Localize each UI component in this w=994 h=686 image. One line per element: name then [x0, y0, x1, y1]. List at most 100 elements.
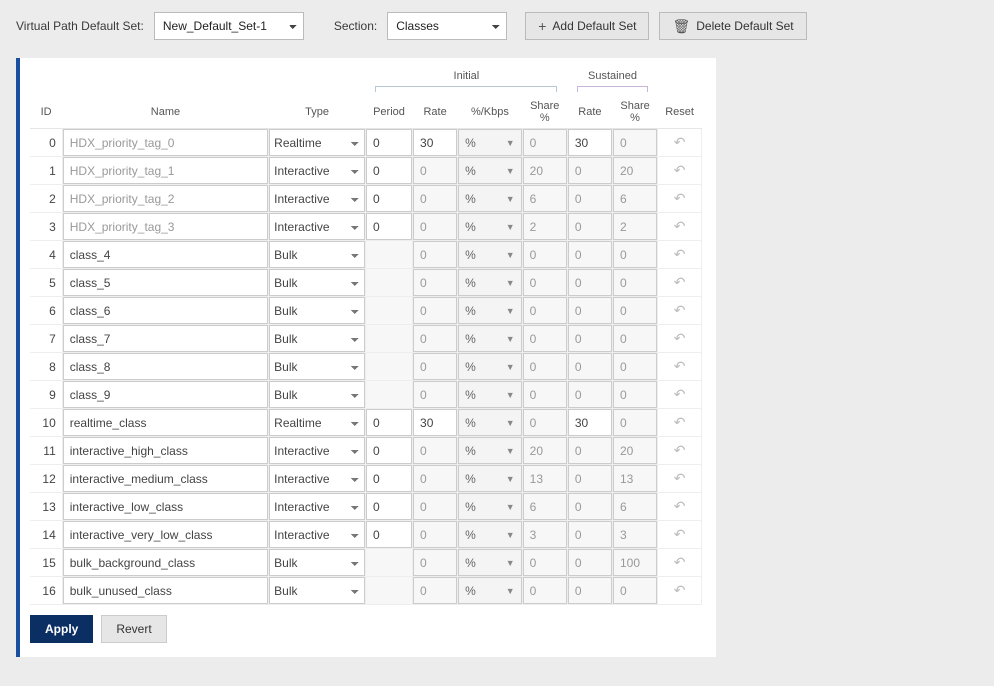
period-input[interactable] [366, 493, 412, 520]
period-input[interactable] [366, 213, 412, 240]
initial-group-header: Initial [365, 66, 567, 96]
type-select[interactable]: RealtimeInteractiveBulk [269, 269, 365, 296]
rate-kind-select[interactable]: %▼ [458, 353, 522, 380]
rate-input[interactable] [413, 129, 457, 156]
period-input[interactable] [366, 185, 412, 212]
type-select[interactable]: RealtimeInteractiveBulk [269, 297, 365, 324]
rate-kind-select[interactable]: %▼ [458, 269, 522, 296]
vp-default-set-select[interactable]: New_Default_Set-1 [154, 12, 304, 40]
add-default-set-button[interactable]: + Add Default Set [525, 12, 649, 40]
type-select[interactable]: RealtimeInteractiveBulk [269, 325, 365, 352]
reset-icon[interactable]: ↶ [674, 526, 686, 542]
name-input[interactable] [63, 437, 268, 464]
reset-icon[interactable]: ↶ [674, 386, 686, 402]
rate-kind-select[interactable]: %▼ [458, 577, 522, 604]
row-id: 16 [30, 577, 62, 605]
rate-kind-select[interactable]: %▼ [458, 549, 522, 576]
revert-button[interactable]: Revert [101, 615, 166, 643]
rate-kind-select[interactable]: %▼ [458, 381, 522, 408]
share-input [523, 493, 567, 520]
rate-kind-select[interactable]: %▼ [458, 325, 522, 352]
type-select[interactable]: RealtimeInteractiveBulk [269, 381, 365, 408]
reset-icon[interactable]: ↶ [674, 442, 686, 458]
rate-kind-select[interactable]: %▼ [458, 157, 522, 184]
type-select[interactable]: RealtimeInteractiveBulk [269, 213, 365, 240]
classes-table: Initial Sustained ID Name Type Period Ra… [30, 66, 702, 605]
share-input [523, 213, 567, 240]
reset-icon[interactable]: ↶ [674, 498, 686, 514]
type-select[interactable]: RealtimeInteractiveBulk [269, 185, 365, 212]
rate-kind-select[interactable]: %▼ [458, 437, 522, 464]
reset-icon[interactable]: ↶ [674, 358, 686, 374]
rate-input[interactable] [413, 409, 457, 436]
period-input[interactable] [366, 521, 412, 548]
period-input[interactable] [366, 157, 412, 184]
type-select[interactable]: RealtimeInteractiveBulk [269, 577, 365, 604]
name-input[interactable] [63, 577, 268, 604]
name-input[interactable] [63, 353, 268, 380]
name-input[interactable] [63, 493, 268, 520]
reset-icon[interactable]: ↶ [674, 134, 686, 150]
type-select[interactable]: RealtimeInteractiveBulk [269, 241, 365, 268]
reset-icon[interactable]: ↶ [674, 274, 686, 290]
period-input[interactable] [366, 129, 412, 156]
reset-icon[interactable]: ↶ [674, 414, 686, 430]
type-select[interactable]: RealtimeInteractiveBulk [269, 129, 365, 156]
rate-kind-select[interactable]: %▼ [458, 213, 522, 240]
name-input[interactable] [63, 269, 268, 296]
table-row: 4RealtimeInteractiveBulk%▼↶ [30, 241, 702, 269]
type-select[interactable]: RealtimeInteractiveBulk [269, 493, 365, 520]
name-input[interactable] [63, 549, 268, 576]
type-select[interactable]: RealtimeInteractiveBulk [269, 521, 365, 548]
type-select[interactable]: RealtimeInteractiveBulk [269, 437, 365, 464]
rate-kind-select[interactable]: %▼ [458, 129, 522, 156]
rate-kind-select[interactable]: %▼ [458, 521, 522, 548]
type-select[interactable]: RealtimeInteractiveBulk [269, 409, 365, 436]
reset-icon[interactable]: ↶ [674, 302, 686, 318]
name-input[interactable] [63, 521, 268, 548]
table-row: 9RealtimeInteractiveBulk%▼↶ [30, 381, 702, 409]
section-select[interactable]: Classes [387, 12, 507, 40]
period-input[interactable] [366, 437, 412, 464]
name-input[interactable] [63, 409, 268, 436]
reset-icon[interactable]: ↶ [674, 162, 686, 178]
reset-icon[interactable]: ↶ [674, 582, 686, 598]
apply-button[interactable]: Apply [30, 615, 93, 643]
share-input [523, 157, 567, 184]
delete-default-set-button[interactable]: 🗑 Delete Default Set [659, 12, 806, 40]
period-input[interactable] [366, 465, 412, 492]
name-input[interactable] [63, 465, 268, 492]
caret-down-icon: ▼ [506, 250, 515, 260]
rate-input [413, 269, 457, 296]
sus-rate-input [568, 353, 612, 380]
reset-icon[interactable]: ↶ [674, 470, 686, 486]
share-input [523, 521, 567, 548]
type-select[interactable]: RealtimeInteractiveBulk [269, 353, 365, 380]
rate-input [413, 521, 457, 548]
name-input[interactable] [63, 381, 268, 408]
name-input[interactable] [63, 241, 268, 268]
reset-icon[interactable]: ↶ [674, 190, 686, 206]
name-input[interactable] [63, 325, 268, 352]
type-select[interactable]: RealtimeInteractiveBulk [269, 465, 365, 492]
rate-kind-select[interactable]: %▼ [458, 185, 522, 212]
sus-share-input [613, 409, 657, 436]
caret-down-icon: ▼ [506, 390, 515, 400]
reset-icon[interactable]: ↶ [674, 554, 686, 570]
sus-rate-input[interactable] [568, 409, 612, 436]
rate-kind-select[interactable]: %▼ [458, 465, 522, 492]
sus-share-input [613, 465, 657, 492]
reset-icon[interactable]: ↶ [674, 330, 686, 346]
row-id: 3 [30, 213, 62, 241]
reset-icon[interactable]: ↶ [674, 218, 686, 234]
type-select[interactable]: RealtimeInteractiveBulk [269, 549, 365, 576]
reset-icon[interactable]: ↶ [674, 246, 686, 262]
sus-rate-input[interactable] [568, 129, 612, 156]
rate-kind-select[interactable]: %▼ [458, 493, 522, 520]
name-input[interactable] [63, 297, 268, 324]
type-select[interactable]: RealtimeInteractiveBulk [269, 157, 365, 184]
rate-kind-select[interactable]: %▼ [458, 297, 522, 324]
period-input[interactable] [366, 409, 412, 436]
rate-kind-select[interactable]: %▼ [458, 409, 522, 436]
rate-kind-select[interactable]: %▼ [458, 241, 522, 268]
